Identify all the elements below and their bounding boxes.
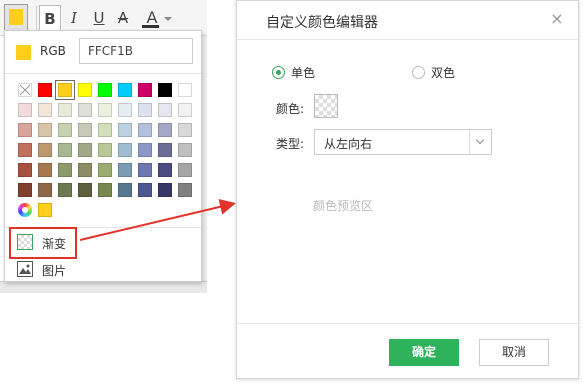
palette-swatch[interactable] [38,163,52,177]
toolbar-separator [36,6,37,30]
palette-swatch[interactable] [178,83,192,97]
color-preview-area: 颜色预览区 [313,199,374,213]
chevron-down-icon[interactable] [469,130,491,154]
dual-color-radio[interactable] [412,66,425,79]
strikethrough-button[interactable]: A [113,5,133,31]
background-sheet-bottom [0,281,207,293]
palette-swatch[interactable] [98,123,112,137]
palette-swatch[interactable] [178,163,192,177]
palette-swatch[interactable] [158,183,172,197]
palette-swatch[interactable] [58,143,72,157]
palette-swatch[interactable] [138,83,152,97]
palette-swatch[interactable] [78,123,92,137]
image-option[interactable]: 图片 [12,258,82,282]
palette-swatch[interactable] [178,143,192,157]
palette-swatch[interactable] [118,83,132,97]
palette-swatch[interactable] [118,103,132,117]
palette-swatch[interactable] [78,183,92,197]
palette-swatch[interactable] [138,163,152,177]
font-color-bar [142,25,159,28]
palette-swatch[interactable] [38,183,52,197]
italic-button[interactable]: I [64,5,84,31]
palette-swatch[interactable] [58,103,72,117]
palette-swatch[interactable] [158,83,172,97]
palette-swatch[interactable] [178,123,192,137]
palette-swatch[interactable] [78,163,92,177]
color-wheel-icon[interactable] [18,203,32,217]
type-select[interactable]: 从左向右 [314,129,492,155]
fill-color-button[interactable] [4,4,28,32]
palette-swatch[interactable] [18,163,32,177]
palette-swatch[interactable] [98,163,112,177]
recent-color-swatch[interactable] [38,203,52,217]
palette-swatch[interactable] [98,183,112,197]
palette-swatch[interactable] [118,143,132,157]
rgb-input[interactable]: FFCF1B [79,38,193,64]
palette-swatch[interactable] [158,123,172,137]
palette-swatch[interactable] [158,143,172,157]
image-label: 图片 [42,264,67,278]
palette-swatch[interactable] [18,183,32,197]
dialog-header-divider [237,39,578,40]
dialog-title: 自定义颜色编辑器 [266,15,378,31]
palette-swatch[interactable] [138,123,152,137]
popup-divider [5,73,201,74]
palette-swatch[interactable] [178,183,192,197]
fill-color-swatch [9,9,23,25]
single-color-label: 单色 [291,66,316,80]
palette-swatch[interactable] [138,103,152,117]
palette-swatch[interactable] [78,143,92,157]
palette-swatch[interactable] [98,103,112,117]
highlight-box [9,227,77,259]
image-icon [17,261,33,277]
rgb-label: RGB [40,44,66,58]
palette-swatch[interactable] [98,143,112,157]
background-sheet-strip [202,0,207,290]
palette-swatch[interactable] [138,143,152,157]
palette-swatch[interactable] [18,143,32,157]
underline-button[interactable]: U [89,5,109,31]
palette-swatch[interactable] [158,163,172,177]
palette-swatch[interactable] [58,123,72,137]
palette-swatch[interactable] [38,103,52,117]
palette-swatch[interactable] [38,123,52,137]
palette-swatch[interactable] [78,103,92,117]
palette-swatch[interactable] [118,123,132,137]
palette-swatch[interactable] [38,143,52,157]
palette-swatch[interactable] [98,83,112,97]
cancel-button[interactable]: 取消 [479,339,549,366]
ok-button[interactable]: 确定 [389,339,459,366]
custom-color-dialog: 自定义颜色编辑器 × 单色 双色 颜色: 类型: 从左向右 颜色预览区 确定 取… [236,0,579,379]
palette-swatch[interactable] [18,123,32,137]
color-label: 颜色: [276,102,305,116]
bold-button[interactable]: B [39,5,61,31]
type-label: 类型: [276,137,305,151]
palette-swatch[interactable] [118,183,132,197]
palette-swatch[interactable] [118,163,132,177]
screenshot-root: B I U A A RGB FFCF1B 渐变 图片 自定义颜色编辑器 × 单色… [0,0,583,385]
palette-swatch[interactable] [158,103,172,117]
font-color-dropdown-icon[interactable] [164,17,172,21]
palette-swatch[interactable] [58,183,72,197]
close-icon[interactable]: × [548,10,566,28]
dialog-footer-divider [237,323,578,324]
palette-swatch[interactable] [38,83,52,97]
palette-swatch[interactable] [178,103,192,117]
dual-color-label: 双色 [431,66,456,80]
palette-swatch[interactable] [78,83,92,97]
palette-swatch[interactable] [138,183,152,197]
type-select-value: 从左向右 [324,137,373,151]
color-picker-button[interactable] [314,94,338,118]
palette-swatch[interactable] [55,80,75,100]
current-color-swatch [16,45,31,60]
palette-swatch[interactable] [18,103,32,117]
palette-swatch[interactable] [58,163,72,177]
no-color-swatch[interactable] [18,83,32,97]
single-color-radio[interactable] [272,66,285,79]
